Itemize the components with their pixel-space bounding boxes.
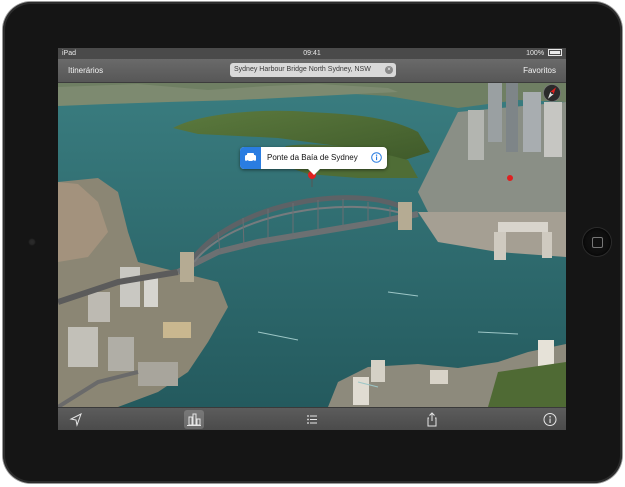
- battery-status: 100%: [526, 48, 562, 59]
- info-icon[interactable]: [371, 152, 382, 163]
- callout-title: Ponte da Baía de Sydney: [267, 153, 358, 162]
- bookmarks-button[interactable]: Favoritos: [523, 59, 556, 82]
- status-time: 09:41: [303, 50, 321, 57]
- list-icon[interactable]: [302, 410, 322, 429]
- screen: iPad 09:41 100% Itinerários Sydney Harbo…: [58, 48, 566, 430]
- satellite-map[interactable]: [58, 82, 566, 407]
- location-arrow-icon[interactable]: [66, 410, 86, 429]
- front-camera: [28, 238, 36, 246]
- home-button[interactable]: [583, 228, 611, 256]
- navigation-bar: Itinerários Sydney Harbour Bridge North …: [58, 59, 566, 83]
- callout-pointer: [308, 169, 320, 175]
- search-field[interactable]: Sydney Harbour Bridge North Sydney, NSW …: [230, 63, 396, 77]
- compass-icon[interactable]: [543, 84, 561, 102]
- home-square-icon: [592, 237, 603, 248]
- battery-icon: [548, 48, 562, 56]
- battery-percent: 100%: [526, 50, 545, 57]
- 3d-buildings-icon[interactable]: [184, 410, 204, 429]
- car-icon[interactable]: [240, 147, 261, 169]
- clear-search-icon[interactable]: ×: [385, 66, 393, 74]
- search-value: Sydney Harbour Bridge North Sydney, NSW: [234, 66, 371, 73]
- location-callout[interactable]: Ponte da Baía de Sydney: [240, 147, 387, 175]
- map-secondary-pin[interactable]: [507, 175, 513, 181]
- info-icon[interactable]: [540, 410, 560, 429]
- share-icon[interactable]: [422, 410, 442, 429]
- bottom-toolbar: [58, 407, 566, 430]
- directions-button[interactable]: Itinerários: [68, 59, 103, 82]
- status-bar: iPad 09:41 100%: [58, 48, 566, 59]
